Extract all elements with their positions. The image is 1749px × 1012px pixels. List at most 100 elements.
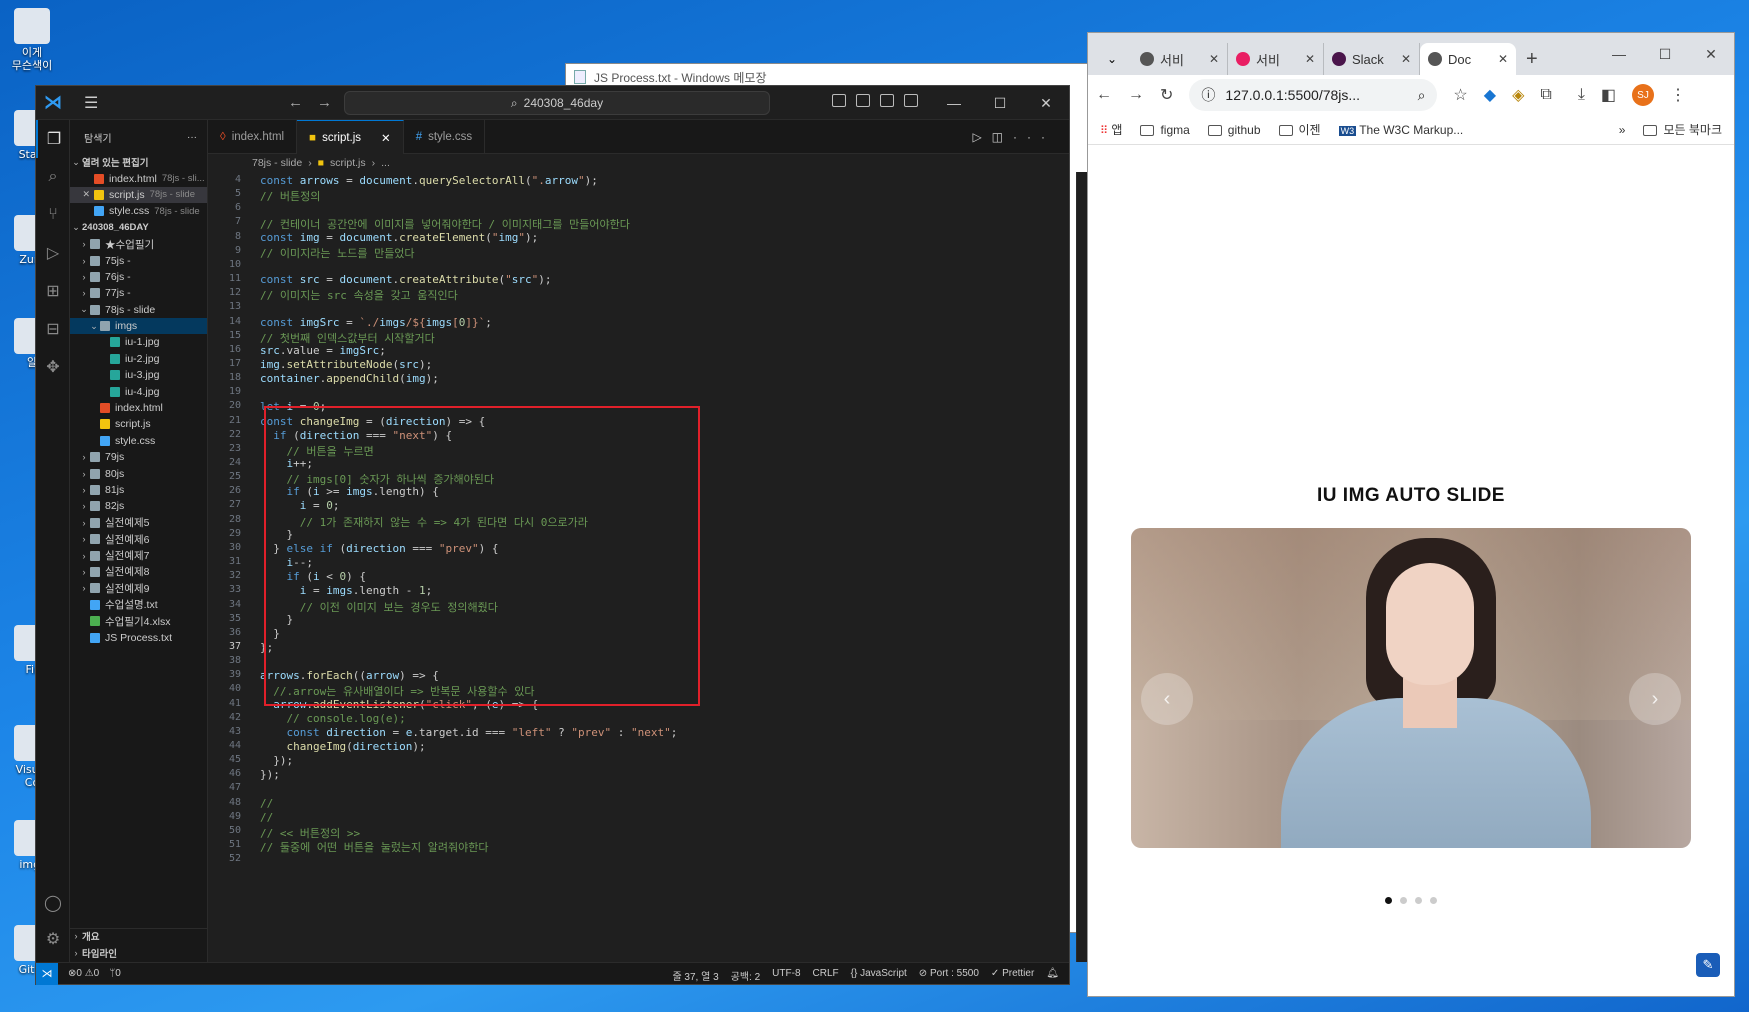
code-line[interactable]: container.appendChild(img); <box>260 372 439 385</box>
more-icon[interactable]: ··· <box>187 132 197 143</box>
chrome-minimize-button[interactable]: — <box>1596 33 1642 75</box>
chrome-close-button[interactable]: ✕ <box>1688 33 1734 75</box>
chrome-window[interactable]: ⌄ 서비 ✕ 서비 ✕ Slack ✕ Doc ✕ + — ☐ ✕ ← → ↻ ⓘ 127.0.0… <box>1087 32 1735 997</box>
code-line[interactable]: // <box>260 797 273 810</box>
code-line[interactable]: const imgSrc = `./imgs/${imgs[0]}`; <box>260 316 492 329</box>
reload-icon[interactable]: ↻ <box>1160 85 1173 105</box>
code-line[interactable]: // 둘중에 어떤 버튼을 눌렀는지 알려줘야한다 <box>260 839 489 855</box>
file-item[interactable]: 수업필기4.xlsx <box>70 613 207 629</box>
breadcrumb-folder[interactable]: 78js - slide <box>252 157 302 169</box>
timeline-section[interactable]: 타임라인 <box>82 946 117 960</box>
close-tab-icon[interactable]: ✕ <box>1209 52 1219 66</box>
forward-icon[interactable]: → <box>1128 86 1144 104</box>
search-icon[interactable]: ⌕ <box>36 158 70 196</box>
menu-icon[interactable]: ☰ <box>84 93 102 113</box>
all-bookmarks[interactable]: 모든 북마크 <box>1643 121 1722 138</box>
code-line[interactable]: // <box>260 811 273 824</box>
minimize-button[interactable]: — <box>931 86 977 120</box>
desktop-icon[interactable]: 이게 무슨색이 <box>8 8 56 72</box>
code-line[interactable]: const arrows = document.querySelectorAll… <box>260 174 598 187</box>
prev-arrow-button[interactable]: ‹ <box>1141 673 1193 725</box>
bookmark-ezen[interactable]: 이젠 <box>1278 121 1321 138</box>
open-editor-item[interactable]: style.css 78js - slide <box>70 203 207 219</box>
browser-tab[interactable]: 서비 ✕ <box>1132 43 1228 75</box>
code-line[interactable]: const src = document.createAttribute("sr… <box>260 273 551 286</box>
code-line[interactable]: // 버튼정의 <box>260 188 320 204</box>
browser-tab[interactable]: 서비 ✕ <box>1228 43 1324 75</box>
close-tab-icon[interactable]: ✕ <box>381 131 391 145</box>
breadcrumb-symbol[interactable]: ... <box>381 157 390 169</box>
folder-item[interactable]: › ★수업필기 <box>70 236 207 252</box>
file-item[interactable]: script.js <box>70 416 207 432</box>
breadcrumb-file[interactable]: script.js <box>330 157 366 169</box>
open-editors-section[interactable]: ⌄ 열려 있는 편집기 <box>70 154 207 170</box>
folder-item[interactable]: ⌄ imgs <box>70 317 207 335</box>
workspace-folder[interactable]: ⌄ 240308_46DAY <box>70 220 207 236</box>
file-item[interactable]: JS Process.txt <box>70 629 207 645</box>
ports-status[interactable]: ᛘ0 <box>109 968 121 979</box>
close-tab-icon[interactable]: ✕ <box>1305 52 1315 66</box>
notifications-icon[interactable]: 🔔︎ <box>1046 968 1059 983</box>
gear-icon[interactable]: ⚙ <box>36 920 70 958</box>
puzzle-icon[interactable]: ✥ <box>36 348 70 386</box>
open-editor-item[interactable]: index.html 78js - sli... <box>70 170 207 186</box>
bookmark-apps[interactable]: ⠿ 앱 <box>1100 121 1122 138</box>
bookmark-github[interactable]: github <box>1207 123 1261 137</box>
code-line[interactable]: // console.log(e); <box>260 712 406 725</box>
side-panel-icon[interactable]: ◧ <box>1601 85 1616 105</box>
code-line[interactable]: }); <box>260 768 280 781</box>
pagination-dot[interactable] <box>1430 897 1437 904</box>
maximize-button[interactable]: ☐ <box>977 86 1023 120</box>
run-debug-icon[interactable]: ▷ <box>36 234 70 272</box>
remote-icon[interactable]: ⊟ <box>36 310 70 348</box>
open-editor-item[interactable]: ✕ script.js 78js - slide <box>70 186 207 204</box>
pagination-dot[interactable] <box>1400 897 1407 904</box>
file-item[interactable]: iu-1.jpg <box>70 334 207 350</box>
tab-script-js[interactable]: ■ script.js ✕ <box>297 120 404 154</box>
command-center[interactable]: ⌕ 240308_46day <box>344 91 770 115</box>
editor-actions[interactable]: ▷◫··· <box>972 130 1055 144</box>
zoom-icon[interactable]: ⌕ <box>1418 87 1426 104</box>
profile-avatar[interactable]: SJ <box>1632 84 1655 106</box>
tab-search-icon[interactable]: ⌄ <box>1096 43 1128 75</box>
new-tab-button[interactable]: + <box>1526 48 1538 71</box>
browser-tab[interactable]: Doc ✕ <box>1420 43 1516 75</box>
end-of-line[interactable]: CRLF <box>813 968 839 983</box>
explorer-icon[interactable]: ❐ <box>36 120 70 158</box>
file-item[interactable]: iu-3.jpg <box>70 367 207 383</box>
outline-section[interactable]: 개요 <box>82 929 99 943</box>
language-mode[interactable]: {} JavaScript <box>851 968 907 983</box>
folder-item[interactable]: › 77js - <box>70 285 207 301</box>
problems-status[interactable]: ⊗0 ⚠0 <box>68 968 99 979</box>
tab-style-css[interactable]: # style.css <box>404 120 486 154</box>
file-item[interactable]: index.html <box>70 400 207 416</box>
cursor-position[interactable]: 줄 37, 열 3 <box>672 968 718 983</box>
code-line[interactable]: src.value = imgSrc; <box>260 344 386 357</box>
close-button[interactable]: ✕ <box>1023 86 1069 120</box>
address-bar[interactable]: ⓘ 127.0.0.1:5500/78js... ⌕ <box>1189 79 1438 111</box>
next-arrow-button[interactable]: › <box>1629 673 1681 725</box>
download-icon[interactable]: ⤓ <box>1578 86 1585 104</box>
prettier-status[interactable]: ✓ Prettier <box>991 968 1034 983</box>
remote-button[interactable]: ⋊ <box>36 962 58 985</box>
edit-pen-icon[interactable]: ✎ <box>1696 953 1720 977</box>
file-item[interactable]: 수업설명.txt <box>70 597 207 613</box>
extensions-puzzle-icon[interactable]: ⧉ <box>1540 86 1551 104</box>
site-info-icon[interactable]: ⓘ <box>1201 85 1215 105</box>
code-line[interactable]: const direction = e.target.id === "left"… <box>260 726 678 739</box>
folder-item[interactable]: › 실전예제8 <box>70 564 207 580</box>
pagination-dot[interactable] <box>1385 897 1392 904</box>
folder-item[interactable]: › 81js <box>70 482 207 498</box>
bookmark-figma[interactable]: figma <box>1140 123 1190 137</box>
file-item[interactable]: iu-4.jpg <box>70 383 207 399</box>
back-icon[interactable]: ← <box>1096 86 1112 104</box>
encoding[interactable]: UTF-8 <box>772 968 800 983</box>
code-line[interactable]: // 이미지는 src 속성을 갖고 움직인다 <box>260 287 458 303</box>
folder-item[interactable]: › 80js <box>70 465 207 481</box>
bookmark-w3c[interactable]: W3 The W3C Markup... <box>1338 123 1463 137</box>
folder-item[interactable]: › 82js <box>70 498 207 514</box>
pagination-dot[interactable] <box>1415 897 1422 904</box>
more-bookmarks-icon[interactable]: » <box>1619 123 1626 137</box>
indentation[interactable]: 공백: 2 <box>731 968 761 983</box>
folder-item[interactable]: ⌄ 78js - slide <box>70 302 207 318</box>
